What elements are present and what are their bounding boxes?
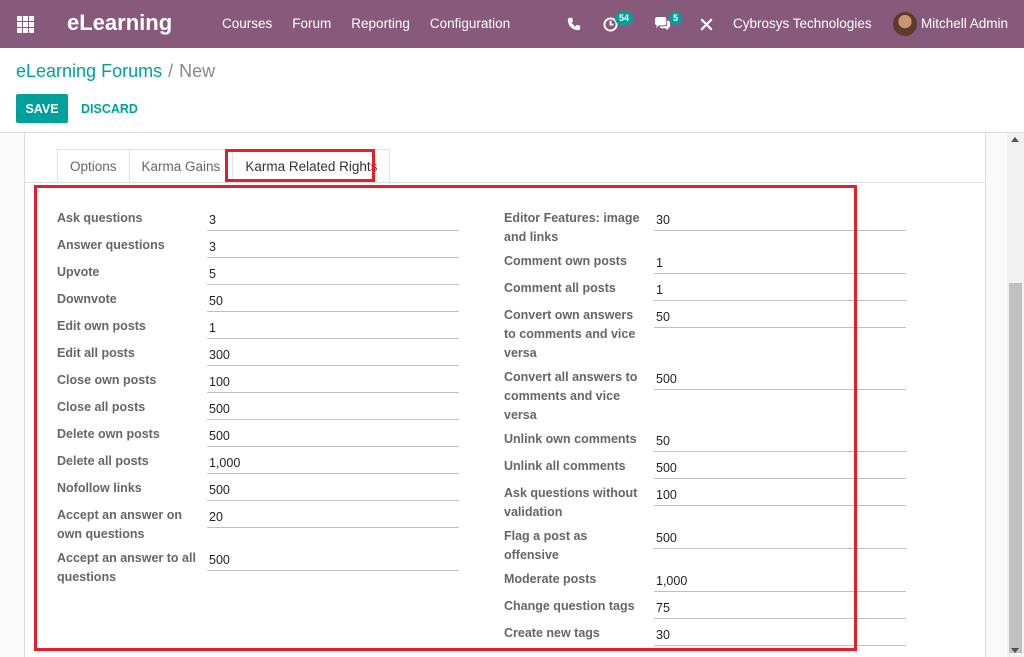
- breadcrumb-current: New: [179, 61, 216, 81]
- top-navbar: eLearning Courses Forum Reporting Config…: [0, 0, 1024, 48]
- company-switcher[interactable]: Cybrosys Technologies: [733, 16, 872, 31]
- control-panel: eLearning Forums / New SAVE DISCARD: [0, 48, 1024, 133]
- highlight-box-tab: [225, 149, 375, 182]
- apps-menu-icon[interactable]: [17, 16, 34, 33]
- main-menu: Courses Forum Reporting Configuration: [222, 16, 530, 31]
- menu-courses[interactable]: Courses: [222, 16, 272, 31]
- activity-badge: 54: [615, 12, 634, 25]
- scrollbar-thumb[interactable]: [1009, 283, 1022, 653]
- messages-badge: 5: [669, 12, 683, 25]
- breadcrumb: eLearning Forums / New: [16, 61, 215, 82]
- menu-forum[interactable]: Forum: [292, 16, 331, 31]
- breadcrumb-separator: /: [168, 61, 174, 81]
- avatar[interactable]: [893, 12, 917, 36]
- menu-configuration[interactable]: Configuration: [430, 16, 510, 31]
- discard-button[interactable]: DISCARD: [81, 94, 138, 123]
- tab-karma-gains[interactable]: Karma Gains: [129, 149, 234, 182]
- debug-tools-icon[interactable]: [700, 18, 713, 31]
- app-brand[interactable]: eLearning: [67, 10, 172, 36]
- phone-icon[interactable]: [567, 17, 581, 31]
- user-menu[interactable]: Mitchell Admin: [921, 16, 1008, 31]
- highlight-box-fields: [34, 185, 857, 651]
- scroll-down-arrow-icon[interactable]: [1011, 648, 1019, 653]
- scroll-up-arrow-icon[interactable]: [1011, 137, 1019, 142]
- save-button[interactable]: SAVE: [16, 94, 68, 123]
- menu-reporting[interactable]: Reporting: [351, 16, 410, 31]
- breadcrumb-parent[interactable]: eLearning Forums: [16, 61, 162, 81]
- tab-divider: [25, 182, 985, 183]
- vertical-scrollbar[interactable]: [1007, 133, 1024, 657]
- tab-options[interactable]: Options: [57, 149, 130, 182]
